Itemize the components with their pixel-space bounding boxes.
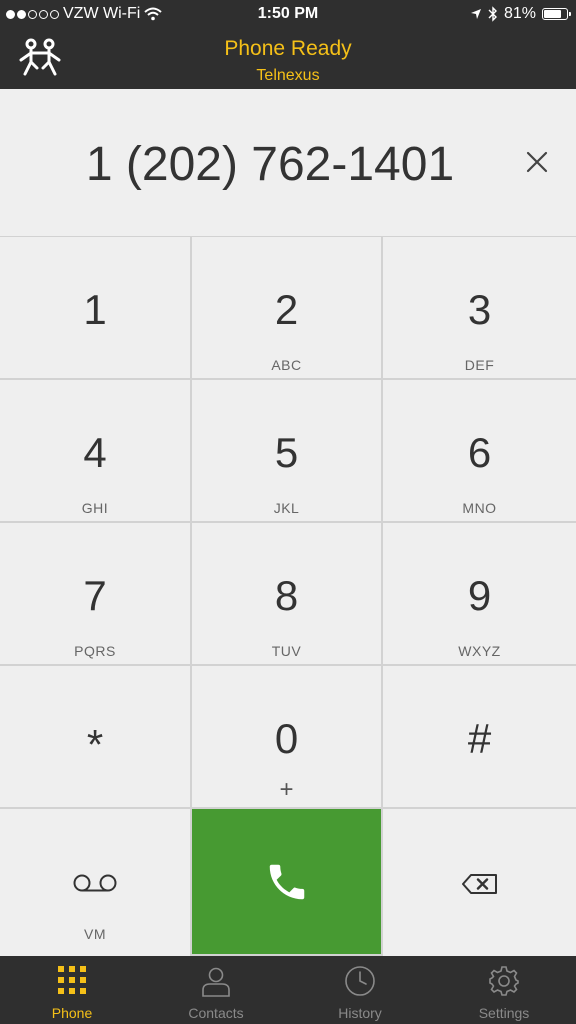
key-2[interactable]: 2 ABC (192, 237, 381, 378)
tab-label: Settings (478, 1005, 530, 1021)
clock-icon (345, 966, 375, 996)
key-3[interactable]: 3 DEF (383, 237, 576, 378)
voicemail-button[interactable]: VM (0, 809, 190, 956)
key-star[interactable]: * (0, 666, 190, 807)
page-title: Phone Ready (224, 37, 352, 60)
key-digit: 9 (467, 572, 492, 619)
key-letters: JKL (273, 500, 300, 516)
voicemail-icon (73, 874, 117, 892)
key-letters: PQRS (74, 643, 116, 659)
key-digit: 0 (274, 715, 299, 762)
gear-icon (489, 966, 519, 996)
status-bar: VZW Wi-Fi 1:50 PM 81% (0, 0, 576, 30)
key-digit: 4 (83, 429, 107, 476)
key-1[interactable]: 1 (0, 237, 190, 378)
tab-history[interactable]: History (288, 956, 432, 1024)
bluetooth-icon (488, 6, 497, 22)
key-digit: 6 (467, 429, 492, 476)
battery-icon (542, 8, 571, 20)
key-6[interactable]: 6 MNO (383, 380, 576, 521)
close-icon[interactable] (522, 147, 552, 177)
keypad-grid-icon (58, 966, 86, 994)
backspace-button[interactable] (383, 809, 576, 956)
key-digit: * (86, 721, 104, 768)
key-8[interactable]: 8 TUV (192, 523, 381, 664)
key-digit: 3 (467, 286, 492, 333)
battery-percent: 81% (503, 5, 536, 22)
key-5[interactable]: 5 JKL (192, 380, 381, 521)
tab-label: Phone (51, 1005, 93, 1021)
key-digit: 8 (274, 572, 299, 619)
number-display: 1 (202) 762-1401 (0, 89, 576, 236)
key-0[interactable]: 0 + (192, 666, 381, 807)
key-9[interactable]: 9 WXYZ (383, 523, 576, 664)
tab-phone[interactable]: Phone (0, 956, 144, 1024)
key-7[interactable]: 7 PQRS (0, 523, 190, 664)
key-digit: 1 (83, 286, 107, 333)
top-bar: VZW Wi-Fi 1:50 PM 81% Phone Ready Telnex… (0, 0, 576, 89)
key-digit: 7 (83, 572, 107, 619)
key-letters: DEF (464, 357, 495, 373)
key-letters: ABC (271, 357, 302, 373)
key-4[interactable]: 4 GHI (0, 380, 190, 521)
key-digit: # (467, 715, 492, 762)
key-letters: GHI (81, 500, 109, 516)
key-plus: + (279, 776, 294, 803)
voicemail-label: VM (84, 926, 106, 942)
page-subtitle: Telnexus (256, 67, 320, 84)
key-hash[interactable]: # (383, 666, 576, 807)
tab-bar: Phone Contacts History Settings (0, 956, 576, 1024)
call-button[interactable] (192, 809, 381, 954)
tab-settings[interactable]: Settings (432, 956, 576, 1024)
keypad: 1 2 ABC 3 DEF 4 GHI 5 JKL 6 MNO 7 PQRS 8… (0, 236, 576, 956)
phone-icon (269, 864, 304, 900)
tab-contacts[interactable]: Contacts (144, 956, 288, 1024)
dialed-number[interactable]: 1 (202) 762-1401 (0, 137, 540, 192)
key-letters: TUV (271, 643, 302, 659)
tab-label: History (338, 1005, 382, 1021)
location-arrow-icon (470, 9, 481, 19)
key-digit: 2 (274, 286, 299, 333)
status-right: 81% (470, 5, 571, 23)
tab-label: Contacts (188, 1005, 244, 1021)
key-letters: WXYZ (458, 643, 501, 659)
person-icon (202, 967, 230, 997)
key-letters: MNO (462, 500, 497, 516)
nav-bar: Phone Ready Telnexus (0, 30, 576, 89)
key-digit: 5 (274, 429, 299, 476)
backspace-icon (461, 874, 497, 894)
